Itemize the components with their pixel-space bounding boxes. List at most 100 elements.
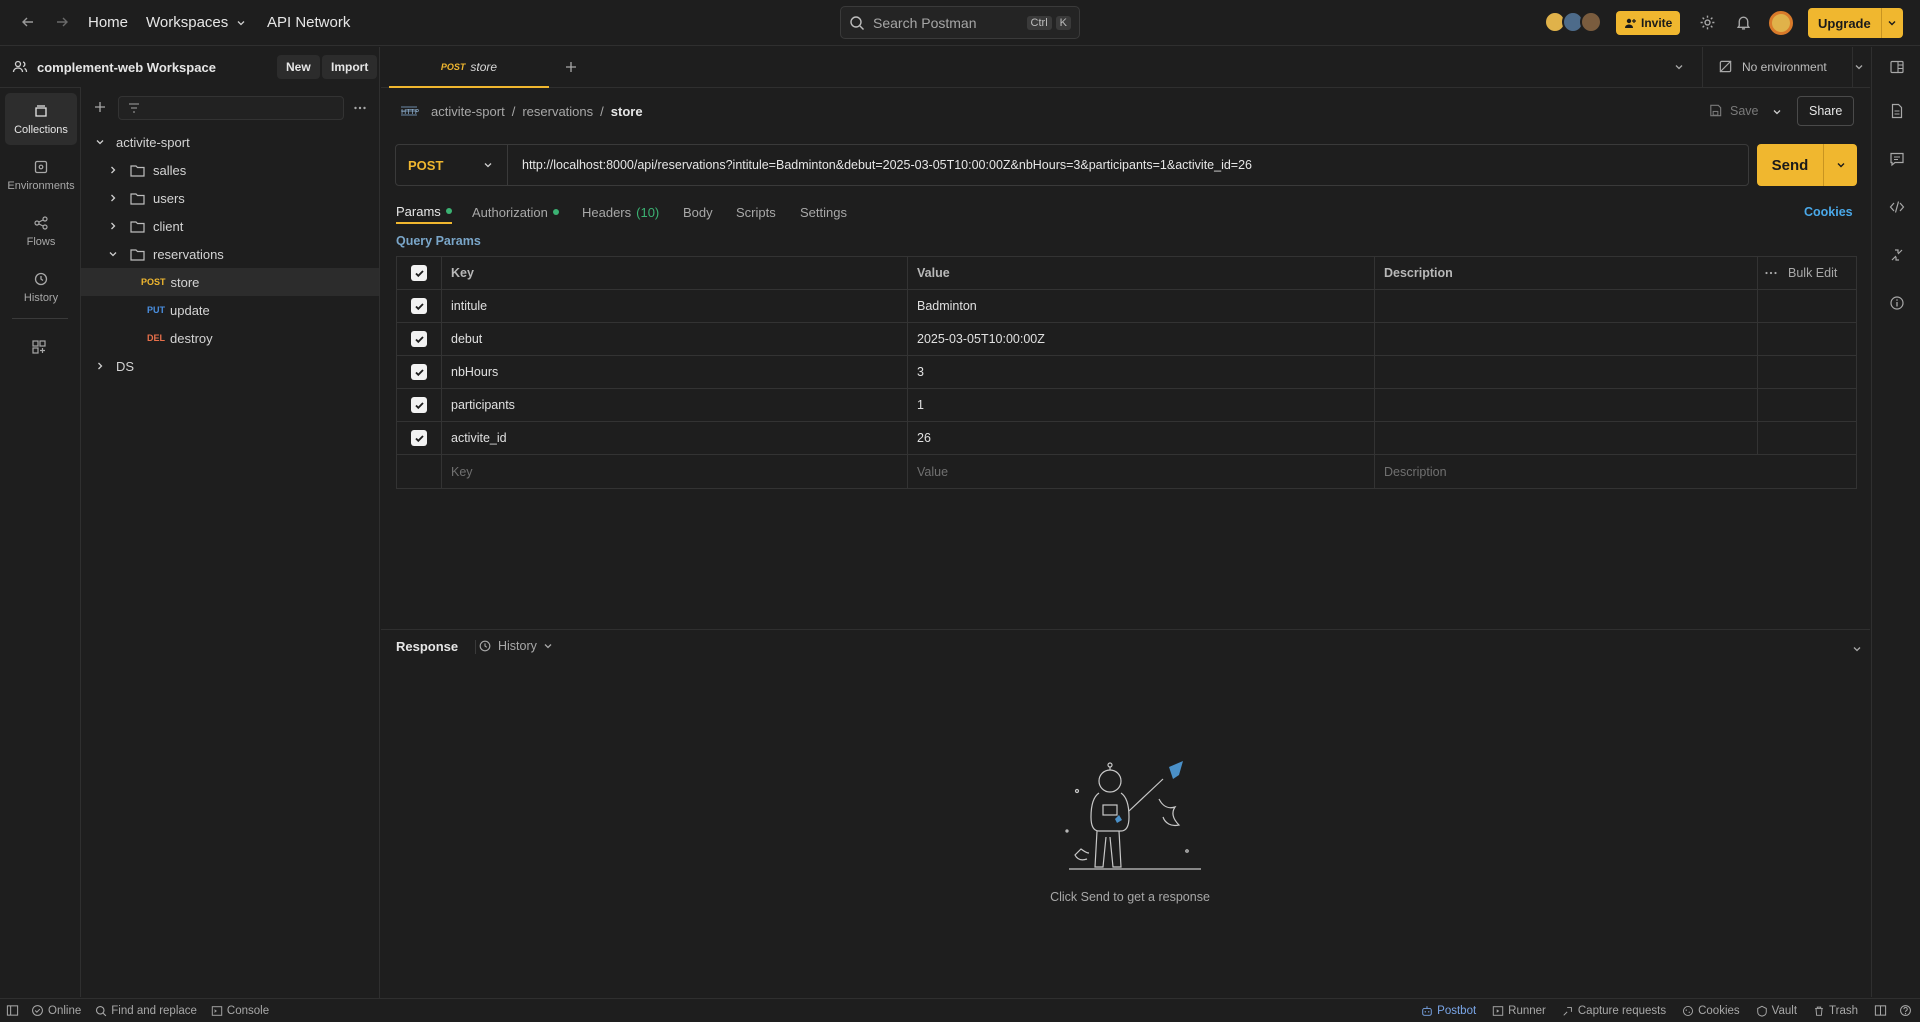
- settings-gear-icon[interactable]: [1699, 14, 1716, 31]
- cookies-link[interactable]: Cookies: [1804, 200, 1853, 224]
- param-description[interactable]: [1375, 290, 1758, 322]
- rail-history[interactable]: History: [5, 261, 77, 313]
- console-button[interactable]: Console: [211, 1005, 269, 1017]
- row-checkbox[interactable]: [397, 389, 442, 421]
- param-value[interactable]: 1: [908, 389, 1375, 421]
- param-value[interactable]: 2025-03-05T10:00:00Z: [908, 323, 1375, 355]
- breadcrumb-collection[interactable]: activite-sport: [431, 104, 505, 119]
- param-value[interactable]: 3: [908, 356, 1375, 388]
- tree-item-collection[interactable]: DS: [81, 352, 379, 380]
- more-options-icon[interactable]: [1764, 266, 1778, 280]
- select-all-checkbox[interactable]: [397, 257, 442, 289]
- tab-headers[interactable]: Headers (10): [582, 200, 659, 224]
- rail-environments[interactable]: Environments: [5, 149, 77, 201]
- param-value[interactable]: 26: [908, 422, 1375, 454]
- param-key[interactable]: participants: [442, 389, 908, 421]
- method-select[interactable]: POST: [396, 145, 508, 185]
- param-description[interactable]: [1375, 356, 1758, 388]
- back-arrow-icon[interactable]: [20, 14, 36, 30]
- param-value[interactable]: Badminton: [908, 290, 1375, 322]
- tree-item-request[interactable]: DEL destroy: [81, 324, 379, 352]
- param-description[interactable]: [1375, 389, 1758, 421]
- workspace-name[interactable]: complement-web Workspace: [37, 60, 216, 75]
- new-value-input[interactable]: Value: [908, 455, 1375, 488]
- breadcrumb-request[interactable]: store: [611, 104, 643, 119]
- online-status[interactable]: Online: [31, 1004, 81, 1017]
- documentation-icon[interactable]: [1889, 103, 1905, 119]
- filter-collections-input[interactable]: [118, 96, 344, 120]
- rail-collections[interactable]: Collections: [5, 93, 77, 145]
- import-button[interactable]: Import: [322, 55, 378, 79]
- tab-scripts[interactable]: Scripts: [736, 200, 776, 224]
- param-key[interactable]: debut: [442, 323, 908, 355]
- tab-body[interactable]: Body: [683, 200, 713, 224]
- home-link[interactable]: Home: [88, 14, 128, 31]
- comments-icon[interactable]: [1889, 151, 1905, 167]
- user-avatar[interactable]: [1769, 11, 1793, 35]
- breadcrumb-folder[interactable]: reservations: [522, 104, 593, 119]
- response-history-dropdown[interactable]: History: [478, 639, 553, 653]
- new-button[interactable]: New: [277, 55, 320, 79]
- more-options-icon[interactable]: [353, 101, 367, 115]
- param-key[interactable]: activite_id: [442, 422, 908, 454]
- find-and-replace[interactable]: Find and replace: [95, 1005, 197, 1017]
- search-input[interactable]: Search Postman Ctrl K: [840, 6, 1080, 39]
- cookies-button[interactable]: Cookies: [1682, 1005, 1740, 1017]
- tab-settings[interactable]: Settings: [800, 200, 847, 224]
- url-input[interactable]: http://localhost:8000/api/reservations?i…: [508, 158, 1252, 172]
- runner-button[interactable]: Runner: [1492, 1005, 1546, 1017]
- related-collections-icon[interactable]: [1889, 247, 1905, 263]
- info-icon[interactable]: [1889, 295, 1905, 311]
- two-pane-view-icon[interactable]: [1874, 1004, 1887, 1017]
- row-checkbox[interactable]: [397, 422, 442, 454]
- api-network-link[interactable]: API Network: [267, 14, 350, 31]
- add-collection-icon[interactable]: [93, 100, 107, 114]
- new-description-input[interactable]: Description: [1375, 455, 1856, 488]
- param-description[interactable]: [1375, 422, 1758, 454]
- tree-item-collection[interactable]: activite-sport: [81, 128, 379, 156]
- configure-sidebar-icon[interactable]: [31, 339, 47, 355]
- save-button[interactable]: Save: [1708, 103, 1759, 118]
- row-checkbox[interactable]: [397, 323, 442, 355]
- param-key[interactable]: intitule: [442, 290, 908, 322]
- upgrade-chevron-icon[interactable]: [1880, 8, 1903, 38]
- trash-button[interactable]: Trash: [1813, 1005, 1858, 1017]
- forward-arrow-icon[interactable]: [54, 14, 70, 30]
- collaborator-avatars[interactable]: [1544, 11, 1602, 33]
- tree-item-folder[interactable]: reservations: [81, 240, 379, 268]
- new-key-input[interactable]: Key: [442, 455, 908, 488]
- layout-toggle-icon[interactable]: [1889, 59, 1905, 75]
- tree-item-folder[interactable]: users: [81, 184, 379, 212]
- send-button[interactable]: Send: [1757, 144, 1857, 186]
- tree-item-folder[interactable]: client: [81, 212, 379, 240]
- new-tab-plus-icon[interactable]: [564, 60, 578, 74]
- vault-button[interactable]: Vault: [1756, 1005, 1797, 1017]
- save-options-chevron-icon[interactable]: [1772, 107, 1782, 117]
- send-options-chevron-icon[interactable]: [1823, 144, 1857, 186]
- tree-item-folder[interactable]: salles: [81, 156, 379, 184]
- invite-button[interactable]: Invite: [1616, 11, 1681, 35]
- rail-flows[interactable]: Flows: [5, 205, 77, 257]
- bell-icon[interactable]: [1735, 14, 1752, 31]
- tab-authorization[interactable]: Authorization: [472, 200, 559, 224]
- tabs-dropdown-chevron-icon[interactable]: [1674, 62, 1684, 72]
- tree-item-request[interactable]: PUT update: [81, 296, 379, 324]
- toggle-sidebar-icon[interactable]: [6, 1004, 19, 1017]
- environment-selector[interactable]: No environment: [1718, 59, 1864, 74]
- share-button[interactable]: Share: [1797, 96, 1855, 126]
- tree-item-request[interactable]: POST store: [81, 268, 379, 296]
- postbot-button[interactable]: Postbot: [1421, 1005, 1476, 1017]
- help-icon[interactable]: [1899, 1004, 1912, 1017]
- collapse-response-chevron-icon[interactable]: [1852, 644, 1862, 654]
- upgrade-button[interactable]: Upgrade: [1808, 8, 1903, 38]
- row-checkbox[interactable]: [397, 290, 442, 322]
- tab-post-store[interactable]: POST store: [389, 47, 549, 88]
- bulk-edit-link[interactable]: Bulk Edit: [1788, 266, 1837, 280]
- capture-requests-button[interactable]: Capture requests: [1562, 1005, 1666, 1017]
- tab-params[interactable]: Params: [396, 200, 452, 224]
- code-snippet-icon[interactable]: [1889, 199, 1905, 215]
- workspaces-menu[interactable]: Workspaces: [146, 14, 246, 31]
- param-key[interactable]: nbHours: [442, 356, 908, 388]
- row-checkbox[interactable]: [397, 356, 442, 388]
- param-description[interactable]: [1375, 323, 1758, 355]
